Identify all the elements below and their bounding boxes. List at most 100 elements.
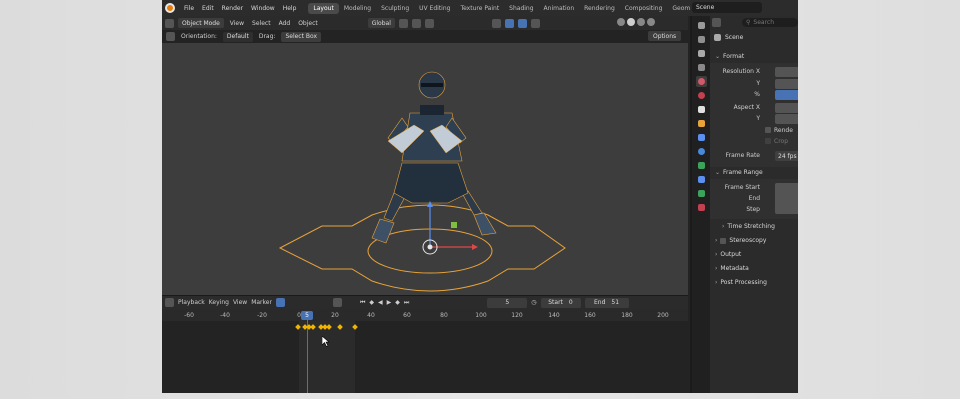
- tab-uv-editing[interactable]: UV Editing: [414, 3, 455, 14]
- properties-editor-icon[interactable]: [712, 18, 721, 27]
- menu-view[interactable]: View: [228, 20, 246, 27]
- preview-range-icon[interactable]: ◷: [531, 299, 536, 306]
- gizmo-icon[interactable]: [504, 18, 514, 28]
- jump-start-icon[interactable]: ⏮: [360, 299, 365, 307]
- frame-range-fields[interactable]: [775, 183, 798, 214]
- object-icon: [697, 120, 705, 127]
- output-tab[interactable]: [696, 48, 707, 59]
- visibility-icon[interactable]: [491, 18, 501, 28]
- pivot-icon[interactable]: [398, 18, 408, 28]
- jump-end-icon[interactable]: ⏭: [404, 299, 409, 307]
- current-frame-field[interactable]: 5: [487, 297, 528, 308]
- world-tab[interactable]: [696, 90, 707, 101]
- resolution-x-field[interactable]: [775, 67, 798, 77]
- render-tab[interactable]: [696, 34, 707, 45]
- scene-selector[interactable]: Scene: [692, 2, 762, 13]
- crop-region-checkbox[interactable]: [765, 138, 771, 144]
- texture-tab[interactable]: [696, 202, 707, 213]
- tab-texture-paint[interactable]: Texture Paint: [455, 3, 504, 14]
- editor-type-icon[interactable]: [165, 18, 174, 28]
- solid-shading-icon[interactable]: [627, 18, 635, 26]
- snap-icon[interactable]: [411, 18, 421, 28]
- menu-object[interactable]: Object: [296, 20, 320, 27]
- resolution-y-field[interactable]: [775, 79, 798, 89]
- character-mesh[interactable]: [371, 71, 497, 244]
- menu-window[interactable]: Window: [247, 5, 279, 12]
- frame-rate-dropdown[interactable]: 24 fps: [775, 151, 798, 161]
- properties-search[interactable]: ⚲ Search: [742, 18, 798, 27]
- time-stretching-header[interactable]: › Time Stretching: [710, 221, 798, 232]
- search-placeholder: Search: [753, 19, 775, 26]
- particles-tab[interactable]: [696, 146, 707, 157]
- menu-render[interactable]: Render: [218, 5, 247, 12]
- scene-tab[interactable]: [695, 76, 707, 87]
- menu-keying[interactable]: Keying: [209, 299, 229, 306]
- material-shading-icon[interactable]: [637, 18, 645, 26]
- tab-animation[interactable]: Animation: [539, 3, 580, 14]
- resolution-percent-slider[interactable]: [775, 90, 798, 100]
- menu-add[interactable]: Add: [277, 20, 293, 27]
- menu-select[interactable]: Select: [250, 20, 273, 27]
- 3d-viewport[interactable]: [162, 43, 688, 295]
- data-tab[interactable]: [696, 188, 707, 199]
- modifier-tab[interactable]: [696, 132, 707, 143]
- next-key-icon[interactable]: ◆: [395, 299, 400, 306]
- stereoscopy-checkbox[interactable]: [720, 237, 727, 244]
- start-value: 0: [568, 299, 573, 306]
- tab-layout[interactable]: Layout: [308, 2, 339, 14]
- prev-key-icon[interactable]: ◆: [369, 299, 374, 306]
- object-mode-dropdown[interactable]: Object Mode: [178, 18, 224, 28]
- play-icon[interactable]: ▶: [387, 299, 392, 306]
- output-header[interactable]: › Output: [710, 249, 798, 260]
- tab-compositing[interactable]: Compositing: [620, 3, 668, 14]
- physics-tab[interactable]: [696, 160, 707, 171]
- constraints-tab[interactable]: [696, 174, 707, 185]
- options-button[interactable]: Options: [648, 31, 682, 41]
- menu-playback[interactable]: Playback: [178, 299, 205, 306]
- timeline-editor-icon[interactable]: [165, 298, 174, 307]
- record-icon[interactable]: [332, 298, 342, 307]
- tool-tab[interactable]: [696, 20, 707, 31]
- auto-key-icon[interactable]: [275, 298, 285, 307]
- transform-orientation-dropdown[interactable]: Global: [367, 18, 395, 28]
- tab-shading[interactable]: Shading: [504, 3, 538, 14]
- frame-range-panel-header[interactable]: ⌄ Frame Range: [710, 167, 798, 178]
- playhead-frame-indicator[interactable]: 5: [301, 311, 313, 320]
- overlay-icon[interactable]: [517, 18, 527, 28]
- view-layer-tab[interactable]: [696, 62, 707, 73]
- format-panel-header[interactable]: ⌄ Format: [710, 51, 798, 62]
- root-control-rig[interactable]: [278, 204, 566, 292]
- menu-file[interactable]: File: [180, 5, 198, 12]
- menu-edit[interactable]: Edit: [198, 5, 218, 12]
- collection-tab[interactable]: [696, 104, 707, 115]
- timeline-area[interactable]: -60 -40 -20 0 20 40 60 80 100 120 140 16…: [162, 309, 688, 393]
- menu-marker[interactable]: Marker: [251, 299, 272, 306]
- menu-view-timeline[interactable]: View: [233, 299, 247, 306]
- viewport-scene: [278, 71, 566, 292]
- aspect-x-field[interactable]: [775, 103, 798, 113]
- end-frame-field[interactable]: End 51: [584, 297, 629, 308]
- play-reverse-icon[interactable]: ◀: [378, 299, 383, 306]
- wireframe-shading-icon[interactable]: [617, 18, 625, 26]
- xray-icon[interactable]: [530, 18, 540, 28]
- stereoscopy-header[interactable]: › Stereoscopy: [710, 235, 798, 246]
- proportional-edit-icon[interactable]: [424, 18, 434, 28]
- playhead-line[interactable]: [307, 319, 308, 393]
- orientation-dropdown[interactable]: Default: [222, 31, 253, 42]
- tab-rendering[interactable]: Rendering: [579, 3, 620, 14]
- transform-tool-icon[interactable]: [166, 32, 175, 41]
- transform-gizmo[interactable]: [422, 201, 478, 255]
- render-region-checkbox[interactable]: [765, 127, 771, 133]
- start-frame-field[interactable]: Start 0: [540, 297, 581, 308]
- drag-dropdown[interactable]: Select Box: [281, 31, 322, 42]
- menu-help[interactable]: Help: [279, 5, 301, 12]
- metadata-header[interactable]: › Metadata: [710, 263, 798, 274]
- tab-sculpting[interactable]: Sculpting: [376, 3, 414, 14]
- blender-logo-icon[interactable]: [165, 3, 175, 13]
- post-processing-header[interactable]: › Post Processing: [710, 277, 798, 288]
- aspect-y-field[interactable]: [775, 114, 798, 124]
- tab-modeling[interactable]: Modeling: [339, 3, 376, 14]
- frame-ruler[interactable]: -60 -40 -20 0 20 40 60 80 100 120 140 16…: [162, 309, 688, 321]
- object-tab[interactable]: [696, 118, 707, 129]
- rendered-shading-icon[interactable]: [647, 18, 655, 26]
